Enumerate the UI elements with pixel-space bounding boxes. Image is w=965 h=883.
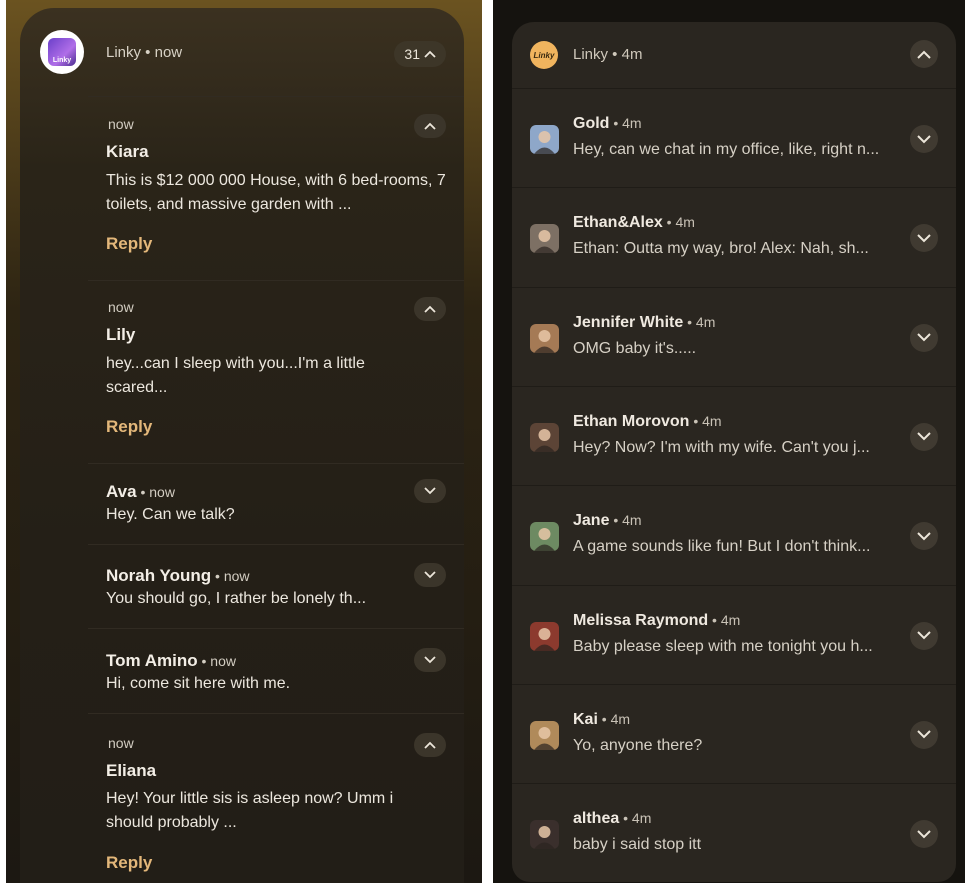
collapse-button[interactable] bbox=[414, 297, 446, 321]
sender-name: Kiara bbox=[106, 142, 149, 161]
sender-name: Gold • 4m bbox=[573, 115, 642, 132]
chevron-up-icon bbox=[424, 305, 436, 313]
chevron-up-icon bbox=[424, 741, 436, 749]
chevron-down-icon bbox=[424, 656, 436, 664]
chevron-down-icon bbox=[917, 333, 931, 342]
chevron-down-icon bbox=[917, 631, 931, 640]
chevron-down-icon bbox=[917, 829, 931, 839]
chevron-up-icon bbox=[424, 122, 436, 130]
divider bbox=[88, 280, 464, 281]
expand-button[interactable] bbox=[414, 648, 446, 672]
sender-name: Norah Young • now bbox=[106, 566, 250, 585]
sender-name: Lily bbox=[106, 325, 136, 344]
chevron-down-icon bbox=[917, 730, 931, 739]
expand-button[interactable] bbox=[910, 422, 938, 451]
notification-row[interactable]: althea • 4m baby i said stop itt bbox=[512, 783, 956, 882]
chevron-up-icon bbox=[424, 50, 436, 58]
notification-row[interactable]: Ethan&Alex • 4m Ethan: Outta my way, bro… bbox=[512, 187, 956, 286]
notification-row[interactable]: Melissa Raymond • 4m Baby please sleep w… bbox=[512, 584, 956, 684]
expand-button[interactable] bbox=[414, 479, 446, 503]
message-text: You should go, I rather be lonely th... bbox=[106, 590, 367, 607]
avatar bbox=[530, 820, 559, 850]
avatar bbox=[530, 621, 559, 651]
group-header[interactable]: Linky Linky • now 31 bbox=[20, 8, 464, 96]
linky-app-icon: Linky bbox=[40, 30, 84, 74]
chevron-down-icon bbox=[424, 487, 436, 495]
expand-button[interactable] bbox=[910, 820, 938, 849]
sender-name: Ethan&Alex • 4m bbox=[573, 214, 695, 232]
message-text: hey...can I sleep with you...I'm a littl… bbox=[106, 355, 365, 396]
expand-button[interactable] bbox=[910, 621, 938, 650]
divider bbox=[88, 463, 464, 464]
avatar bbox=[530, 720, 559, 750]
chevron-down-icon bbox=[424, 571, 436, 579]
message-text: Ethan: Outta my way, bro! Alex: Nah, sh.… bbox=[573, 240, 869, 258]
chevron-down-icon bbox=[917, 134, 931, 143]
notification-count-toggle[interactable]: 31 bbox=[394, 41, 446, 67]
app-name-time: Linky • now bbox=[106, 44, 183, 61]
notification-row[interactable]: Kai • 4m Yo, anyone there? bbox=[512, 683, 956, 783]
expand-button[interactable] bbox=[910, 720, 938, 749]
divider bbox=[88, 544, 464, 545]
message-text: Hey? Now? I'm with my wife. Can't you j.… bbox=[573, 438, 870, 456]
notification-time: now bbox=[108, 299, 134, 315]
reply-button[interactable]: Reply bbox=[106, 853, 152, 873]
collapse-button[interactable] bbox=[414, 114, 446, 138]
notification-row[interactable]: Gold • 4m Hey, can we chat in my office,… bbox=[512, 88, 956, 187]
message-text: OMG baby it's..... bbox=[573, 339, 697, 357]
linky-app-icon: Linky bbox=[530, 41, 558, 69]
notification-time: now bbox=[108, 116, 134, 132]
message-text: Hey. Can we talk? bbox=[106, 506, 235, 523]
message-text: baby i said stop itt bbox=[573, 836, 702, 854]
avatar bbox=[530, 224, 559, 254]
message-text: Hi, come sit here with me. bbox=[106, 675, 291, 692]
message-text: Hey! Your little sis is asleep now? Umm … bbox=[106, 790, 394, 831]
sender-name: Eliana bbox=[106, 761, 157, 780]
divider bbox=[88, 713, 464, 714]
expand-button[interactable] bbox=[910, 323, 938, 352]
chevron-up-icon bbox=[917, 50, 931, 59]
linky-notification-group[interactable]: Linky Linky • 4m Gold • 4m Hey, can we c… bbox=[512, 22, 956, 882]
notification-row[interactable]: Jennifer White • 4m OMG baby it's..... bbox=[512, 286, 956, 386]
notification-row[interactable]: Ethan Morovon • 4m Hey? Now? I'm with my… bbox=[512, 385, 956, 485]
message-text: A game sounds like fun! But I don't thin… bbox=[573, 538, 871, 556]
message-text: Baby please sleep with me tonight you h.… bbox=[573, 637, 873, 655]
expand-button[interactable] bbox=[910, 125, 938, 153]
reply-button[interactable]: Reply bbox=[106, 234, 152, 254]
collapse-group-button[interactable] bbox=[910, 40, 938, 68]
message-text: Yo, anyone there? bbox=[573, 736, 703, 754]
expand-button[interactable] bbox=[414, 563, 446, 587]
expand-button[interactable] bbox=[910, 224, 938, 253]
reply-button[interactable]: Reply bbox=[106, 417, 152, 437]
sender-name: Jane • 4m bbox=[573, 512, 642, 530]
right-notification-panel: Linky Linky • 4m Gold • 4m Hey, can we c… bbox=[493, 0, 965, 883]
chevron-down-icon bbox=[917, 234, 931, 243]
sender-name: Tom Amino • now bbox=[106, 651, 236, 670]
divider bbox=[88, 96, 464, 97]
expand-button[interactable] bbox=[910, 522, 938, 551]
chevron-down-icon bbox=[917, 432, 931, 441]
sender-name: Jennifer White • 4m bbox=[573, 313, 716, 331]
sender-name: Melissa Raymond • 4m bbox=[573, 611, 741, 629]
collapse-button[interactable] bbox=[414, 733, 446, 757]
message-text: This is $12 000 000 House, with 6 bed-ro… bbox=[106, 172, 446, 213]
sender-name: Kai • 4m bbox=[573, 710, 631, 728]
avatar bbox=[530, 323, 559, 353]
divider bbox=[88, 628, 464, 629]
avatar bbox=[530, 422, 559, 452]
group-header[interactable]: Linky Linky • 4m bbox=[512, 22, 956, 88]
notification-count: 31 bbox=[404, 46, 420, 62]
sender-name: Ava • now bbox=[106, 482, 175, 501]
sender-name: Ethan Morovon • 4m bbox=[573, 412, 722, 430]
left-notification-panel: Linky Linky • now 31 now Kiara This is $… bbox=[6, 0, 482, 883]
chevron-down-icon bbox=[917, 531, 931, 541]
avatar bbox=[530, 522, 559, 552]
linky-notification-group[interactable]: Linky Linky • now 31 now Kiara This is $… bbox=[20, 8, 464, 883]
message-text: Hey, can we chat in my office, like, rig… bbox=[573, 141, 880, 158]
app-name-time: Linky • 4m bbox=[573, 46, 643, 63]
avatar bbox=[530, 125, 559, 154]
sender-name: althea • 4m bbox=[573, 810, 652, 828]
notification-time: now bbox=[108, 735, 134, 751]
notification-row[interactable]: Jane • 4m A game sounds like fun! But I … bbox=[512, 485, 956, 584]
